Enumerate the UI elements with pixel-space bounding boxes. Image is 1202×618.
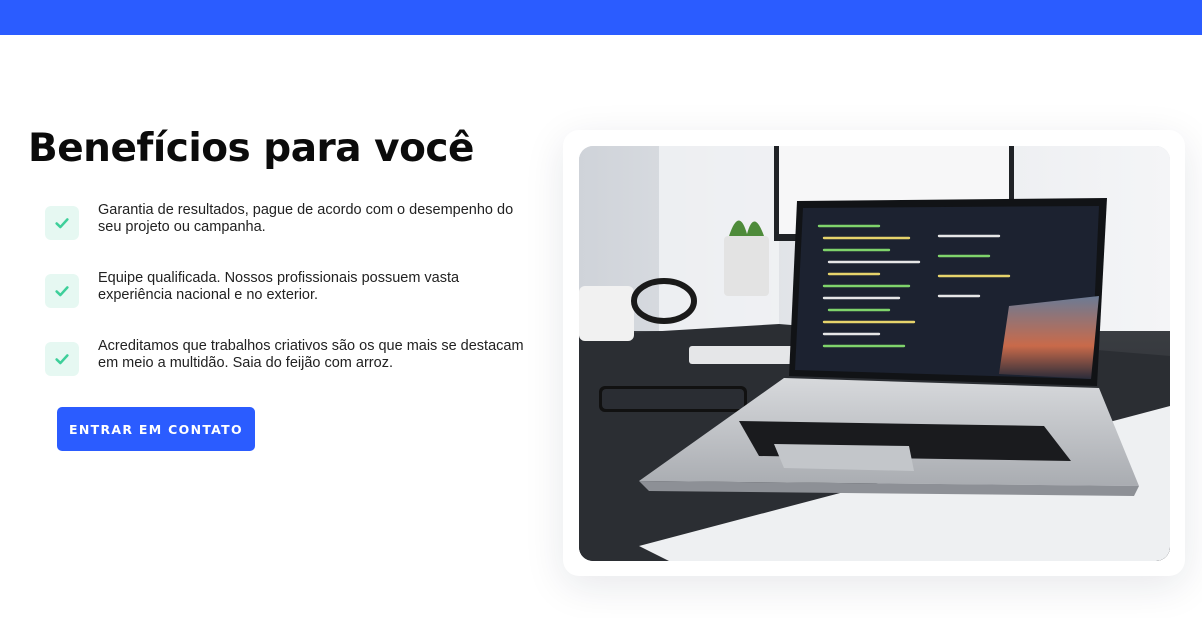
check-icon (45, 342, 79, 376)
contact-button[interactable]: ENTRAR EM CONTATO (57, 407, 255, 451)
benefit-text: Equipe qualificada. Nossos profissionais… (98, 270, 460, 303)
benefit-text: Acreditamos que trabalhos criativos são … (98, 338, 524, 371)
benefit-item: Acreditamos que trabalhos criativos são … (28, 338, 528, 406)
benefit-item: Equipe qualificada. Nossos profissionais… (28, 270, 528, 338)
top-bar (0, 0, 1202, 35)
laptop-with-code-photo (579, 146, 1170, 561)
benefits-list: Garantia de resultados, pague de acordo … (28, 202, 528, 406)
benefit-item: Garantia de resultados, pague de acordo … (28, 202, 528, 270)
check-icon (45, 206, 79, 240)
benefit-text: Garantia de resultados, pague de acordo … (98, 202, 514, 235)
section-title: Benefícios para você (28, 126, 474, 171)
benefits-section: Benefícios para você Garantia de resulta… (28, 126, 528, 406)
photo-card (563, 130, 1185, 576)
check-icon (45, 274, 79, 308)
